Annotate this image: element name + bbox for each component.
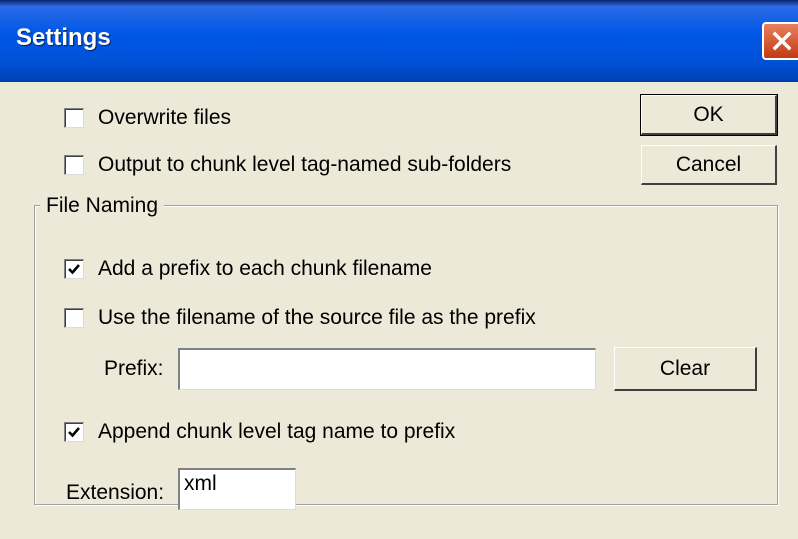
overwrite-files-label: Overwrite files (98, 106, 232, 129)
append-tag-name-checkbox[interactable]: Append chunk level tag name to prefix (64, 420, 455, 444)
window-title: Settings (16, 24, 111, 51)
output-subfolders-checkbox[interactable]: Output to chunk level tag-named sub-fold… (64, 153, 511, 177)
output-subfolders-label: Output to chunk level tag-named sub-fold… (98, 153, 512, 176)
checkbox-box[interactable] (64, 108, 84, 128)
prefix-input[interactable] (178, 348, 596, 390)
prefix-label: Prefix: (104, 357, 164, 380)
extension-input[interactable] (178, 468, 296, 510)
add-prefix-checkbox[interactable]: Add a prefix to each chunk filename (64, 257, 432, 281)
file-naming-group-label: File Naming (40, 194, 165, 218)
use-source-filename-label: Use the filename of the source file as t… (98, 306, 536, 329)
cancel-button[interactable]: Cancel (641, 145, 777, 185)
checkbox-box[interactable] (64, 422, 84, 442)
ok-button[interactable]: OK (640, 94, 778, 136)
checkbox-box[interactable] (64, 259, 84, 279)
use-source-filename-checkbox[interactable]: Use the filename of the source file as t… (64, 306, 536, 330)
title-bar: Settings (0, 0, 798, 82)
checkmark-icon (68, 264, 80, 275)
add-prefix-label: Add a prefix to each chunk filename (98, 257, 432, 280)
clear-button[interactable]: Clear (614, 347, 757, 391)
overwrite-files-checkbox[interactable]: Overwrite files (64, 106, 231, 130)
append-tag-name-label: Append chunk level tag name to prefix (98, 420, 456, 443)
checkmark-icon (68, 427, 80, 438)
checkbox-box[interactable] (64, 155, 84, 175)
close-icon (772, 31, 792, 51)
extension-label: Extension: (66, 481, 165, 504)
checkbox-box[interactable] (64, 308, 84, 328)
close-button[interactable] (762, 22, 798, 60)
